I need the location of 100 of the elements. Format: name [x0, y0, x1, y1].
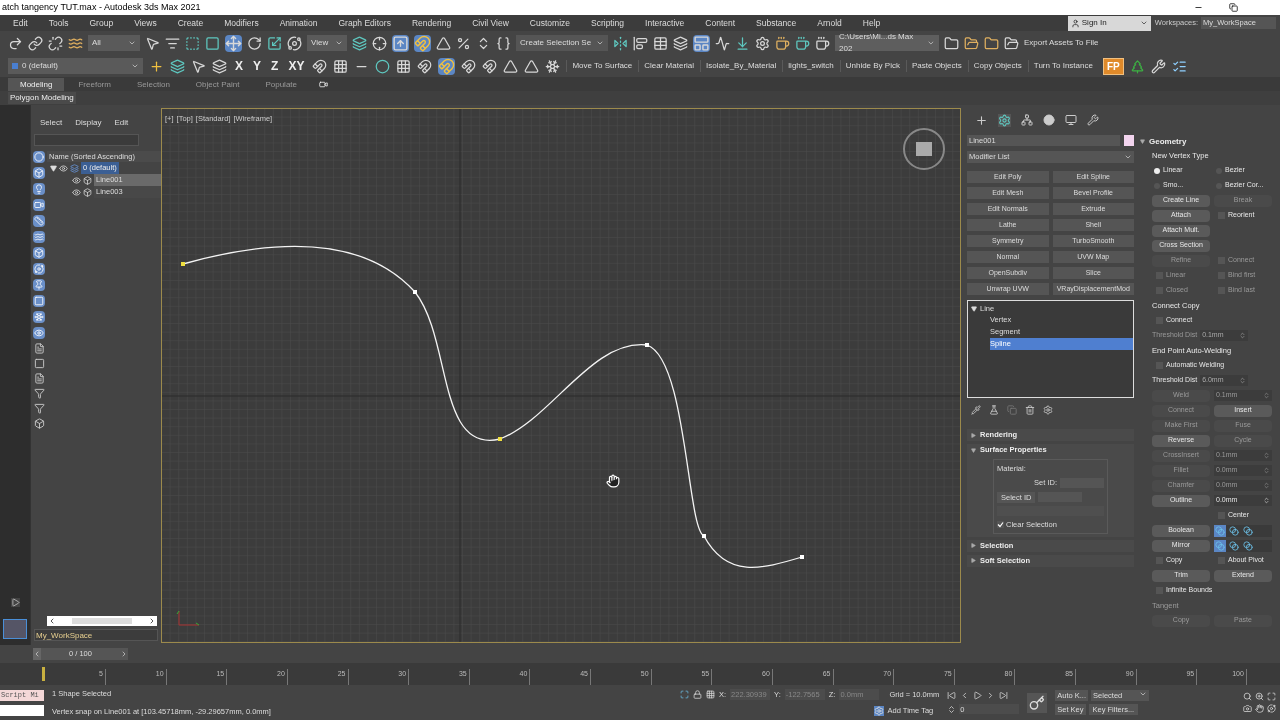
menu-item[interactable]: Group [89, 16, 114, 30]
folder-icon[interactable] [984, 35, 999, 51]
orbit-icon[interactable] [1267, 704, 1276, 713]
face-snap-icon[interactable] [503, 58, 519, 74]
object-color-swatch[interactable] [1124, 135, 1134, 146]
explorer-tab[interactable]: Edit [114, 117, 129, 129]
operation-icon[interactable] [1228, 539, 1240, 552]
menu-item[interactable]: Scripting [591, 16, 625, 30]
teapot-icon[interactable] [795, 35, 810, 51]
expand-panel-icon[interactable] [10, 598, 20, 607]
menu-item[interactable]: Arnold [817, 16, 842, 30]
go-to-end-icon[interactable] [999, 691, 1009, 700]
time-config-icon[interactable] [947, 704, 957, 714]
explorer-tab[interactable]: Select [40, 117, 63, 129]
select-by-name-icon[interactable] [165, 35, 180, 51]
menu-item[interactable]: Modifiers [224, 16, 259, 30]
menu-item[interactable]: Interactive [645, 16, 685, 30]
motion-tab-icon[interactable] [1043, 114, 1055, 126]
axis-constraint-button[interactable]: XY [286, 57, 307, 75]
filter-toggle-icon[interactable] [33, 247, 45, 259]
explorer-tab[interactable]: Display [75, 117, 102, 129]
field-of-view-icon[interactable] [1243, 704, 1252, 713]
named-selection-dropdown[interactable]: Create Selection Se [516, 35, 608, 51]
move-icon[interactable] [225, 34, 242, 52]
edit-named-selection-icon[interactable] [496, 35, 511, 51]
checklist-icon[interactable] [1171, 58, 1187, 74]
menu-item[interactable]: Graph Editors [338, 16, 391, 30]
zoom-all-icon[interactable] [1255, 692, 1264, 701]
workspace-field[interactable]: My_WorkSpace [34, 629, 158, 641]
rollout-header[interactable]: Geometry [1140, 135, 1276, 148]
restore-icon[interactable] [1229, 3, 1238, 12]
scene-explorer-icon[interactable] [653, 35, 668, 51]
vertex-marker[interactable] [498, 437, 502, 441]
pan-icon[interactable] [1255, 704, 1264, 713]
scale-icon[interactable] [267, 35, 282, 51]
lock-icon[interactable] [693, 689, 702, 699]
zoom-icon[interactable] [1243, 692, 1252, 701]
mirror-icon[interactable] [613, 35, 628, 51]
menu-item[interactable]: Customize [529, 16, 570, 30]
pivot-snap-icon[interactable] [417, 58, 433, 74]
script-button[interactable]: lights_switch [782, 60, 834, 72]
folder-icon[interactable] [1004, 35, 1019, 51]
next-frame-icon[interactable] [120, 650, 128, 658]
render-setup-icon[interactable] [755, 35, 770, 51]
operation-icon[interactable] [1228, 524, 1240, 537]
filter-toggle-icon[interactable] [33, 311, 45, 323]
vertex-marker[interactable] [800, 555, 804, 559]
polygon-snap-icon[interactable] [524, 58, 540, 74]
set-key-icon[interactable] [1027, 692, 1048, 713]
go-to-start-icon[interactable] [947, 691, 957, 700]
ribbon-tab[interactable]: Object Paint [183, 78, 252, 91]
freeze-snap-icon[interactable] [545, 58, 561, 74]
operation-icon[interactable] [1214, 524, 1226, 537]
menu-item[interactable]: Substance [756, 16, 797, 30]
window-crossing-icon[interactable] [205, 35, 220, 51]
reference-coordinate-dropdown[interactable]: View [307, 35, 347, 51]
visibility-icon[interactable] [72, 175, 81, 185]
layer-explorer-icon[interactable] [673, 35, 688, 51]
scroll-left-icon[interactable] [48, 617, 56, 625]
configure-modifier-icon[interactable] [1043, 405, 1053, 415]
menu-item[interactable]: Content [705, 16, 736, 30]
vertex-marker[interactable] [181, 262, 185, 266]
menu-item[interactable]: Help [862, 16, 881, 30]
viewport-layout-thumbnail[interactable] [3, 619, 27, 639]
layers-icon[interactable] [170, 58, 185, 74]
horizontal-scrollbar[interactable] [47, 616, 157, 626]
zoom-extents-icon[interactable] [1267, 692, 1276, 701]
axis-constraint-button[interactable]: Y [251, 57, 264, 75]
layers-icon[interactable] [212, 58, 227, 74]
menu-item[interactable]: Animation [279, 16, 318, 30]
ribbon-tab[interactable]: Modeling [8, 78, 65, 91]
filter-toggle-icon[interactable] [33, 295, 45, 307]
teapot-icon[interactable] [775, 35, 790, 51]
folder-icon[interactable] [944, 35, 959, 51]
expand-arrow-icon[interactable] [971, 305, 977, 312]
percent-snap-icon[interactable] [456, 35, 471, 51]
script-button[interactable]: Unhide By Pick [839, 60, 900, 72]
filter-toggle-icon[interactable] [33, 199, 45, 211]
menu-item[interactable]: Tools [48, 16, 69, 30]
script-button[interactable]: Paste Objects [905, 60, 962, 72]
curve-editor-icon[interactable] [715, 35, 730, 51]
vertex-snap-icon[interactable] [438, 57, 456, 75]
filter-toggle-icon[interactable] [33, 183, 45, 195]
menu-item[interactable]: Rendering [411, 16, 452, 30]
utilities-tab-icon[interactable] [1087, 114, 1099, 126]
folder-icon[interactable] [964, 35, 979, 51]
pivot-icon[interactable] [372, 35, 387, 51]
vertex-marker[interactable] [645, 343, 649, 347]
script-input-field[interactable] [0, 704, 44, 716]
explorer-tool-icon[interactable] [33, 418, 45, 429]
pivot-center-icon[interactable] [352, 35, 367, 51]
modify-tab-icon[interactable] [998, 113, 1011, 127]
time-tag-icon[interactable] [873, 705, 884, 716]
menu-item[interactable]: Edit [13, 16, 28, 30]
scroll-right-icon[interactable] [148, 617, 156, 625]
visibility-icon[interactable] [59, 163, 68, 173]
teapot-icon[interactable] [815, 35, 830, 51]
hierarchy-tab-icon[interactable] [1021, 114, 1033, 126]
ribbon-tab[interactable]: Populate [253, 78, 309, 91]
search-field[interactable] [34, 134, 139, 146]
